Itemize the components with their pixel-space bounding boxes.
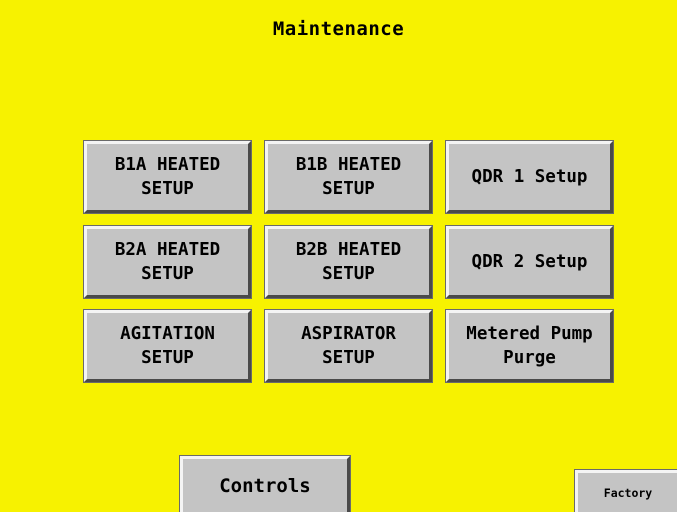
page-title: Maintenance <box>272 18 405 40</box>
b2b-heated-setup-button[interactable]: B2B HEATED SETUP <box>264 225 433 299</box>
maintenance-screen: Maintenance B1A HEATED SETUP B1B HEATED … <box>0 0 677 512</box>
qdr2-setup-button[interactable]: QDR 2 Setup <box>445 225 614 299</box>
aspirator-setup-button[interactable]: ASPIRATOR SETUP <box>264 309 433 383</box>
qdr1-setup-button[interactable]: QDR 1 Setup <box>445 140 614 214</box>
agitation-setup-button[interactable]: AGITATION SETUP <box>83 309 252 383</box>
b2a-heated-setup-button[interactable]: B2A HEATED SETUP <box>83 225 252 299</box>
factory-button[interactable]: Factory <box>574 469 677 512</box>
controls-button[interactable]: Controls <box>179 455 351 512</box>
metered-pump-purge-button[interactable]: Metered Pump Purge <box>445 309 614 383</box>
b1a-heated-setup-button[interactable]: B1A HEATED SETUP <box>83 140 252 214</box>
b1b-heated-setup-button[interactable]: B1B HEATED SETUP <box>264 140 433 214</box>
